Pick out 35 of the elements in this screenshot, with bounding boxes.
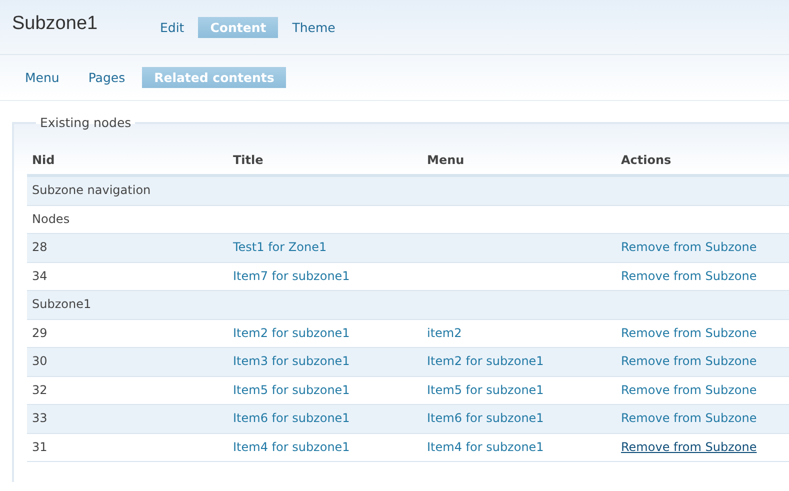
title-link[interactable]: Item2 for subzone1 xyxy=(233,326,350,340)
nid-cell-text: 30 xyxy=(31,353,48,370)
tab[interactable]: Theme xyxy=(280,16,348,38)
menu-link[interactable]: item2 xyxy=(427,326,462,340)
nid-cell-text: 28 xyxy=(31,239,48,256)
title-link[interactable]: Item7 for subzone1 xyxy=(233,268,350,282)
tab[interactable]: Pages xyxy=(76,67,138,88)
group-label: Nodes xyxy=(31,210,71,228)
menu-link[interactable]: Item6 for subzone1 xyxy=(427,411,544,425)
tab[interactable]: Edit xyxy=(148,16,196,38)
title-link[interactable]: Item3 for subzone1 xyxy=(233,354,350,368)
remove-link[interactable]: Remove from Subzone xyxy=(621,326,757,340)
remove-link[interactable]: Remove from Subzone xyxy=(621,440,757,454)
nid-cell-text: 29 xyxy=(31,324,48,342)
remove-link[interactable]: Remove from Subzone xyxy=(621,382,757,396)
tab[interactable]: Menu xyxy=(13,67,72,88)
title-link[interactable]: Item4 for subzone1 xyxy=(233,440,350,454)
title-link[interactable]: Item5 for subzone1 xyxy=(233,382,350,396)
nid-cell-text: 34 xyxy=(31,268,48,284)
page-title: Subzone1 xyxy=(12,13,99,35)
nid-cell-text: 32 xyxy=(31,382,48,398)
remove-link[interactable]: Remove from Subzone xyxy=(621,268,757,282)
fieldset-legend: Existing nodes xyxy=(36,115,136,130)
group-label: Subzone navigation xyxy=(31,182,152,199)
nid-cell-text: 31 xyxy=(31,438,48,456)
group-label: Subzone1 xyxy=(31,296,92,313)
title-link[interactable]: Item6 for subzone1 xyxy=(233,411,350,425)
remove-link[interactable]: Remove from Subzone xyxy=(621,411,757,425)
menu-link[interactable]: Item4 for subzone1 xyxy=(427,440,544,454)
menu-link[interactable]: Item2 for subzone1 xyxy=(427,354,544,368)
title-link[interactable]: Test1 for Zone1 xyxy=(233,240,327,254)
nid-cell-text: 33 xyxy=(31,410,48,427)
menu-link[interactable]: Item5 for subzone1 xyxy=(427,382,544,396)
remove-link[interactable]: Remove from Subzone xyxy=(621,240,757,254)
remove-link[interactable]: Remove from Subzone xyxy=(621,354,757,368)
